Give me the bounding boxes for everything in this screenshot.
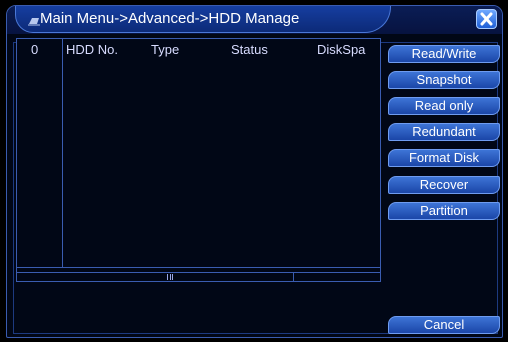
read-only-button[interactable]: Read only — [388, 97, 500, 115]
column-header-status[interactable]: Status — [231, 42, 268, 57]
close-icon — [480, 12, 493, 26]
cancel-button[interactable]: Cancel — [388, 316, 500, 334]
column-divider — [62, 39, 63, 267]
column-header-index[interactable]: 0 — [31, 42, 38, 57]
column-header-hdd-no[interactable]: HDD No. — [66, 42, 118, 57]
format-disk-button[interactable]: Format Disk — [388, 149, 500, 167]
close-button[interactable] — [476, 9, 497, 29]
title-bar: Main Menu->Advanced->HDD Manage — [7, 6, 502, 34]
redundant-button[interactable]: Redundant — [388, 123, 500, 141]
recover-button[interactable]: Recover — [388, 176, 500, 194]
hdd-table[interactable]: 0 HDD No. Type Status DiskSpa — [16, 38, 381, 274]
partition-button[interactable]: Partition — [388, 202, 500, 220]
column-header-disk-space[interactable]: DiskSpa — [317, 42, 365, 57]
window-title: Main Menu->Advanced->HDD Manage — [40, 10, 300, 27]
horizontal-scrollbar[interactable] — [16, 272, 381, 282]
table-bottom-border — [17, 267, 380, 268]
title-tab: Main Menu->Advanced->HDD Manage — [15, 6, 391, 33]
snapshot-button[interactable]: Snapshot — [388, 71, 500, 89]
monitor-icon — [28, 13, 40, 26]
scrollbar-thumb[interactable] — [17, 273, 294, 281]
column-header-type[interactable]: Type — [151, 42, 179, 57]
read-write-button[interactable]: Read/Write — [388, 45, 500, 63]
scroll-grip-icon — [167, 274, 173, 280]
